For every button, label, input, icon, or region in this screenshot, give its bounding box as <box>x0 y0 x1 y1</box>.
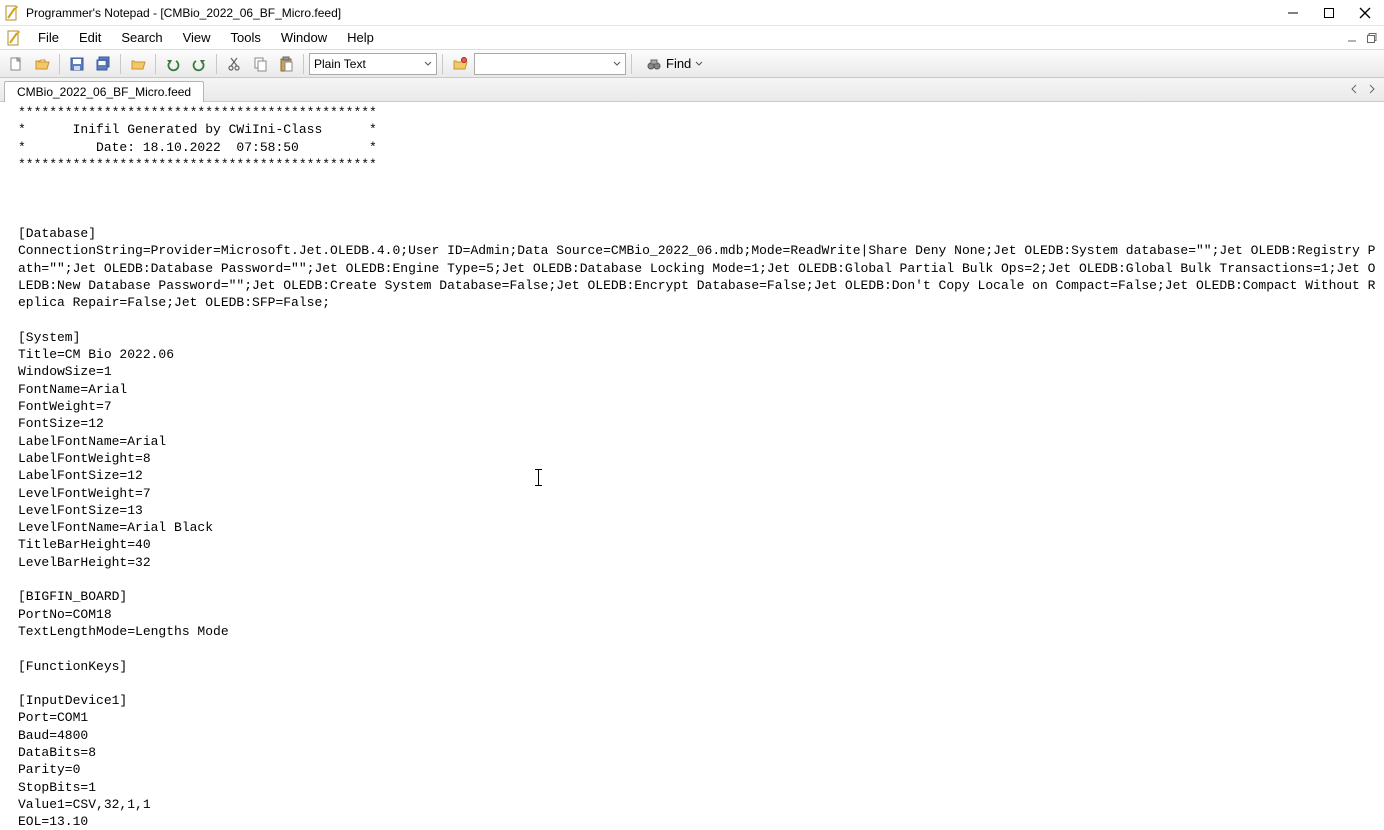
menu-edit[interactable]: Edit <box>69 28 111 47</box>
toolbar: Plain Text Find <box>0 50 1384 78</box>
project-button[interactable] <box>448 53 472 75</box>
open-file-button[interactable] <box>30 53 54 75</box>
chevron-down-icon <box>424 60 432 68</box>
find-label: Find <box>666 56 691 71</box>
window-controls <box>1284 4 1380 22</box>
paste-button[interactable] <box>274 53 298 75</box>
quick-search-combo[interactable] <box>474 53 626 75</box>
binoculars-icon <box>646 56 662 72</box>
menu-view[interactable]: View <box>173 28 221 47</box>
save-button[interactable] <box>65 53 89 75</box>
menu-tools[interactable]: Tools <box>221 28 271 47</box>
tab-nav <box>1346 81 1380 97</box>
tab-prev-button[interactable] <box>1346 81 1362 97</box>
mdi-restore-button[interactable] <box>1364 30 1380 46</box>
menu-file[interactable]: File <box>28 28 69 47</box>
syntax-scheme-combo[interactable]: Plain Text <box>309 53 437 75</box>
mdi-controls <box>1344 30 1384 46</box>
window-title: Programmer's Notepad - [CMBio_2022_06_BF… <box>26 6 1284 20</box>
toolbar-separator <box>303 54 304 74</box>
maximize-button[interactable] <box>1320 4 1338 22</box>
document-tab[interactable]: CMBio_2022_06_BF_Micro.feed <box>4 81 204 102</box>
copy-button[interactable] <box>248 53 272 75</box>
save-all-button[interactable] <box>91 53 115 75</box>
find-button[interactable]: Find <box>637 53 712 75</box>
toolbar-separator <box>442 54 443 74</box>
menu-bar: File Edit Search View Tools Window Help <box>0 26 1384 50</box>
toolbar-separator <box>120 54 121 74</box>
new-file-button[interactable] <box>4 53 28 75</box>
cut-button[interactable] <box>222 53 246 75</box>
menu-search[interactable]: Search <box>111 28 172 47</box>
tab-next-button[interactable] <box>1364 81 1380 97</box>
mdi-minimize-button[interactable] <box>1344 30 1360 46</box>
tab-bar: CMBio_2022_06_BF_Micro.feed <box>0 78 1384 102</box>
syntax-scheme-value: Plain Text <box>314 57 366 71</box>
chevron-down-icon <box>613 60 621 68</box>
document-icon <box>6 30 22 46</box>
toolbar-separator <box>59 54 60 74</box>
toolbar-separator <box>631 54 632 74</box>
open-folder-button[interactable] <box>126 53 150 75</box>
menu-help[interactable]: Help <box>337 28 384 47</box>
text-editor[interactable]: ****************************************… <box>0 102 1384 830</box>
redo-button[interactable] <box>187 53 211 75</box>
toolbar-separator <box>216 54 217 74</box>
menu-window[interactable]: Window <box>271 28 337 47</box>
undo-button[interactable] <box>161 53 185 75</box>
chevron-down-icon <box>695 60 703 68</box>
tab-label: CMBio_2022_06_BF_Micro.feed <box>17 85 191 99</box>
toolbar-separator <box>155 54 156 74</box>
app-icon <box>4 5 20 21</box>
title-bar: Programmer's Notepad - [CMBio_2022_06_BF… <box>0 0 1384 26</box>
minimize-button[interactable] <box>1284 4 1302 22</box>
close-button[interactable] <box>1356 4 1374 22</box>
